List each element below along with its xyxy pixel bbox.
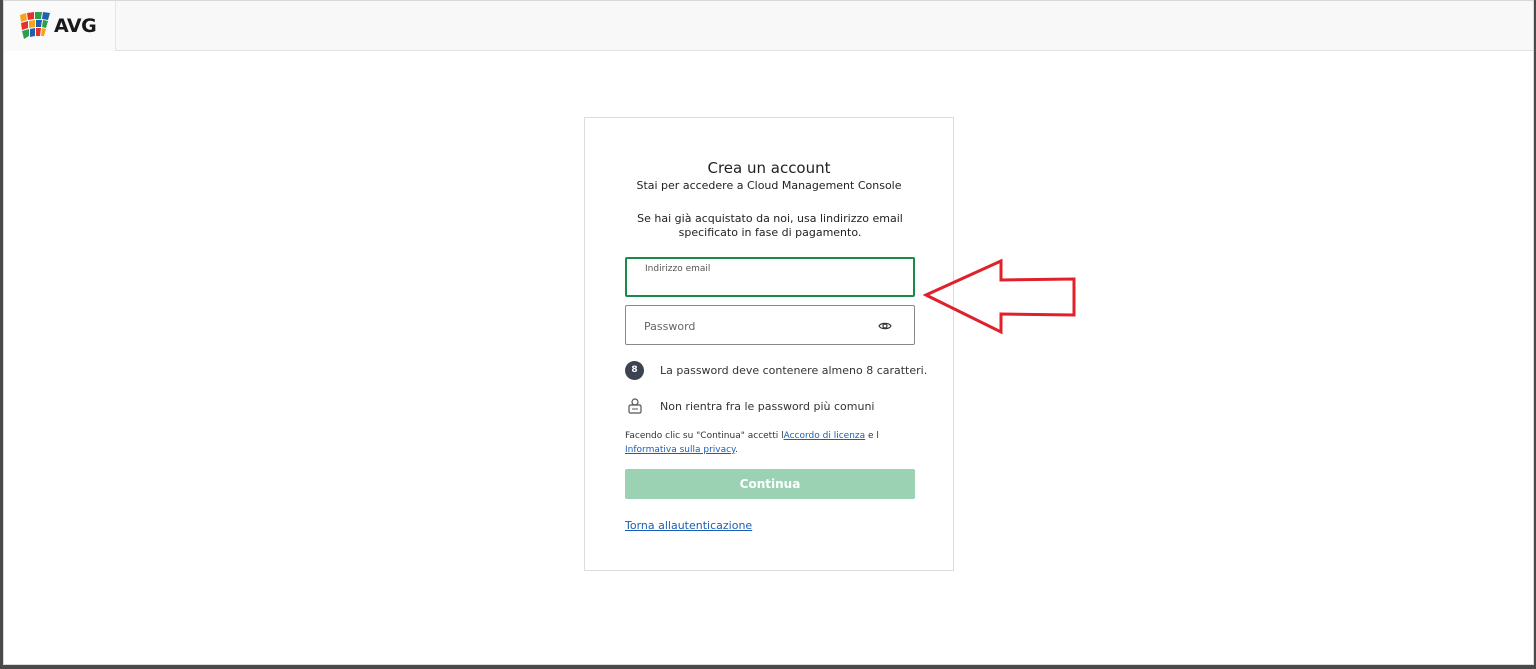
- eye-icon[interactable]: [878, 319, 892, 333]
- password-input[interactable]: [644, 318, 864, 334]
- browser-window: AVG Crea un account Stai per accedere a …: [3, 0, 1534, 665]
- continue-button[interactable]: Continua: [625, 469, 915, 499]
- email-label: Indirizzo email: [645, 264, 711, 274]
- brand-name: AVG: [54, 15, 97, 37]
- password-rule-length: 8 La password deve contenere almeno 8 ca…: [625, 361, 928, 381]
- avg-flag-logo-icon: [20, 12, 50, 39]
- password-field[interactable]: [625, 305, 915, 345]
- red-arrow-left-icon: [923, 258, 1076, 335]
- email-field[interactable]: Indirizzo email: [625, 257, 915, 297]
- signup-card: Crea un account Stai per accedere a Clou…: [584, 117, 954, 571]
- terms-middle: e l: [865, 431, 879, 441]
- top-bar: AVG: [4, 1, 1533, 51]
- page-subtitle: Stai per accedere a Cloud Management Con…: [636, 179, 902, 192]
- terms-text: Facendo clic su "Continua" accetti lAcco…: [625, 429, 925, 457]
- privacy-policy-link[interactable]: Informativa sulla privacy: [625, 445, 735, 455]
- email-input[interactable]: [645, 277, 895, 293]
- terms-suffix: .: [735, 445, 738, 455]
- info-text: Se hai già acquistato da noi, usa lindir…: [637, 212, 903, 239]
- lock-icon: [628, 398, 642, 414]
- license-agreement-link[interactable]: Accordo di licenza: [784, 431, 866, 441]
- brand-logo[interactable]: AVG: [4, 1, 116, 51]
- rule-text: La password deve contenere almeno 8 cara…: [660, 364, 928, 377]
- rule-text: Non rientra fra le password più comuni: [660, 400, 875, 413]
- password-rule-common: Non rientra fra le password più comuni: [625, 397, 925, 417]
- page-title: Crea un account: [707, 159, 831, 177]
- length-badge: 8: [625, 361, 644, 380]
- back-to-login-link[interactable]: Torna allautenticazione: [625, 519, 752, 532]
- terms-prefix: Facendo clic su "Continua" accetti l: [625, 431, 784, 441]
